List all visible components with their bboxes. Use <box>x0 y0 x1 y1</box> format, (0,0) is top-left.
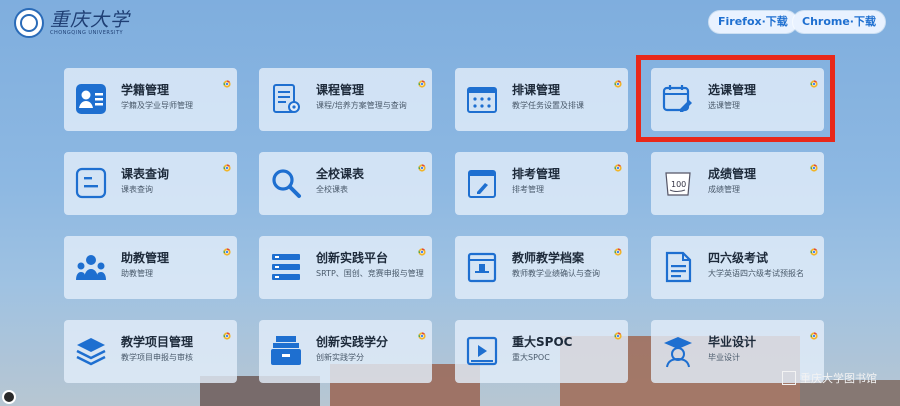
chrome-icon <box>223 157 231 172</box>
module-title: 重大SPOC <box>512 335 573 349</box>
module-card[interactable]: 创新实践学分 创新实践学分 <box>259 320 432 383</box>
module-card[interactable]: 教师教学档案教师教学业绩确认与查询 <box>455 236 628 299</box>
watermark: 重庆大学图书馆 <box>782 370 877 386</box>
module-subtitle: 排考管理 <box>512 185 544 194</box>
chrome-icon <box>418 157 426 172</box>
module-subtitle: 全校课表 <box>316 185 348 194</box>
teaching-assistant-icon <box>74 250 108 284</box>
module-subtitle: SRTP、国创、竞赛申报与管理 <box>316 269 424 278</box>
chrome-icon <box>614 241 622 256</box>
module-subtitle: 毕业设计 <box>708 353 740 362</box>
module-title: 排课管理 <box>512 83 561 97</box>
chrome-icon <box>614 325 622 340</box>
help-icon[interactable] <box>2 390 16 404</box>
cet-exam-icon <box>661 250 695 284</box>
module-title: 毕业设计 <box>708 335 757 349</box>
platform-list-icon <box>269 250 303 284</box>
chrome-icon <box>614 73 622 88</box>
chrome-icon <box>810 157 818 172</box>
module-card[interactable]: 排考管理 排考管理 <box>455 152 628 215</box>
firefox-download-button[interactable]: Firefox·下载 <box>709 11 797 33</box>
module-subtitle: 教师教学业绩确认与查询 <box>512 269 600 278</box>
module-card[interactable]: 课程管理课程/培养方案管理与查询 <box>259 68 432 131</box>
credit-box-icon <box>269 334 303 368</box>
seal-icon <box>14 8 44 38</box>
module-title: 教师教学档案 <box>512 251 585 265</box>
highlight-box <box>636 55 835 142</box>
module-subtitle: 成绩管理 <box>708 185 740 194</box>
archive-folder-icon <box>465 250 499 284</box>
grade-paper-icon: 100 <box>661 166 695 200</box>
chrome-icon <box>223 325 231 340</box>
module-subtitle: 重大SPOC <box>512 353 550 362</box>
svg-text:100: 100 <box>671 180 686 189</box>
module-card[interactable]: 100 成绩管理 成绩管理 <box>651 152 824 215</box>
chrome-icon <box>223 241 231 256</box>
module-card[interactable]: 四六级考试大学英语四六级考试预报名 <box>651 236 824 299</box>
module-title: 课程管理 <box>316 83 365 97</box>
module-card[interactable]: 学籍管理学籍及学业导师管理 <box>64 68 237 131</box>
video-player-icon <box>465 334 499 368</box>
chrome-icon <box>418 73 426 88</box>
chrome-download-button[interactable]: Chrome·下载 <box>793 11 885 33</box>
module-title: 全校课表 <box>316 167 365 181</box>
module-title: 学籍管理 <box>121 83 170 97</box>
module-card[interactable]: 排课管理教学任务设置及排课 <box>455 68 628 131</box>
module-title: 创新实践学分 <box>316 335 389 349</box>
course-document-icon <box>269 82 303 116</box>
module-subtitle: 教学项目申报与审核 <box>121 353 193 362</box>
library-icon <box>782 371 796 385</box>
module-title: 助教管理 <box>121 251 170 265</box>
module-subtitle: 大学英语四六级考试预报名 <box>708 269 804 278</box>
watermark-text: 重庆大学图书馆 <box>800 372 877 385</box>
exam-calendar-icon <box>465 166 499 200</box>
module-card[interactable]: 教学项目管理教学项目申报与审核 <box>64 320 237 383</box>
module-title: 排考管理 <box>512 167 561 181</box>
university-logo[interactable]: 重庆大学 CHONGQING UNIVERSITY <box>14 8 130 38</box>
module-card[interactable]: 课表查询 课表查询 <box>64 152 237 215</box>
logo-subtitle: CHONGQING UNIVERSITY <box>50 30 124 36</box>
module-title: 创新实践平台 <box>316 251 389 265</box>
project-layers-icon <box>74 334 108 368</box>
module-subtitle: 课程/培养方案管理与查询 <box>316 101 407 110</box>
module-title: 课表查询 <box>121 167 170 181</box>
graduation-icon <box>661 334 695 368</box>
schedule-grid-icon <box>465 82 499 116</box>
chrome-icon <box>418 325 426 340</box>
logo-title: 重庆大学 <box>50 9 131 31</box>
module-title: 四六级考试 <box>708 251 769 265</box>
module-title: 教学项目管理 <box>121 335 194 349</box>
search-icon <box>269 166 303 200</box>
chrome-icon <box>223 73 231 88</box>
student-record-icon <box>74 82 108 116</box>
module-card[interactable]: 重大SPOC 重大SPOC <box>455 320 628 383</box>
module-subtitle: 创新实践学分 <box>316 353 364 362</box>
module-subtitle: 课表查询 <box>121 185 153 194</box>
timetable-icon <box>74 166 108 200</box>
chrome-icon <box>810 241 818 256</box>
module-card[interactable]: 助教管理 助教管理 <box>64 236 237 299</box>
chrome-icon <box>810 325 818 340</box>
chrome-icon <box>418 241 426 256</box>
module-subtitle: 教学任务设置及排课 <box>512 101 584 110</box>
module-subtitle: 学籍及学业导师管理 <box>121 101 193 110</box>
module-card[interactable]: 全校课表 全校课表 <box>259 152 432 215</box>
module-card[interactable]: 创新实践平台 SRTP、国创、竞赛申报与管理 <box>259 236 432 299</box>
module-subtitle: 助教管理 <box>121 269 153 278</box>
chrome-icon <box>614 157 622 172</box>
module-title: 成绩管理 <box>708 167 757 181</box>
